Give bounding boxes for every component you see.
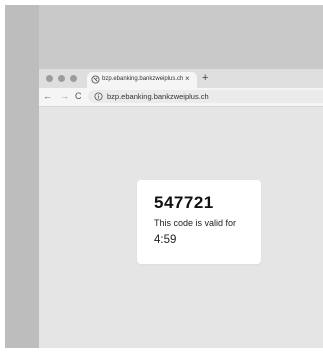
address-bar[interactable]: bzp.ebanking.bankzweiplus.ch xyxy=(88,90,323,103)
browser-tab[interactable]: bzp.ebanking.bankzweiplus.ch × xyxy=(87,72,197,88)
verification-code-card: 547721 This code is valid for 4:59 xyxy=(137,180,261,264)
tab-close-button[interactable]: × xyxy=(185,74,190,84)
page-content: 547721 This code is valid for 4:59 xyxy=(39,107,323,348)
browser-window: bzp.ebanking.bankzweiplus.ch × + ← → C b… xyxy=(39,69,323,348)
backdrop-shadow xyxy=(5,5,39,348)
back-arrow-icon[interactable]: ← xyxy=(43,90,52,102)
validity-label: This code is valid for xyxy=(154,218,237,228)
minimize-window-button[interactable] xyxy=(58,75,65,82)
close-window-button[interactable] xyxy=(46,75,53,82)
reload-icon[interactable]: C xyxy=(75,90,82,102)
globe-icon xyxy=(91,75,100,84)
tab-title: bzp.ebanking.bankzweiplus.ch xyxy=(102,76,184,82)
browser-toolbar: ← → C bzp.ebanking.bankzweiplus.ch xyxy=(39,88,323,107)
tab-strip: bzp.ebanking.bankzweiplus.ch × + xyxy=(39,69,323,88)
countdown-timer: 4:59 xyxy=(154,234,177,246)
verification-code: 547721 xyxy=(154,193,214,212)
maximize-window-button[interactable] xyxy=(70,75,77,82)
window-controls xyxy=(46,75,77,82)
photo-frame: bzp.ebanking.bankzweiplus.ch × + ← → C b… xyxy=(0,0,323,354)
url-text: bzp.ebanking.bankzweiplus.ch xyxy=(107,92,209,101)
new-tab-button[interactable]: + xyxy=(202,72,208,84)
forward-arrow-icon[interactable]: → xyxy=(60,90,69,102)
info-icon[interactable] xyxy=(94,92,103,101)
